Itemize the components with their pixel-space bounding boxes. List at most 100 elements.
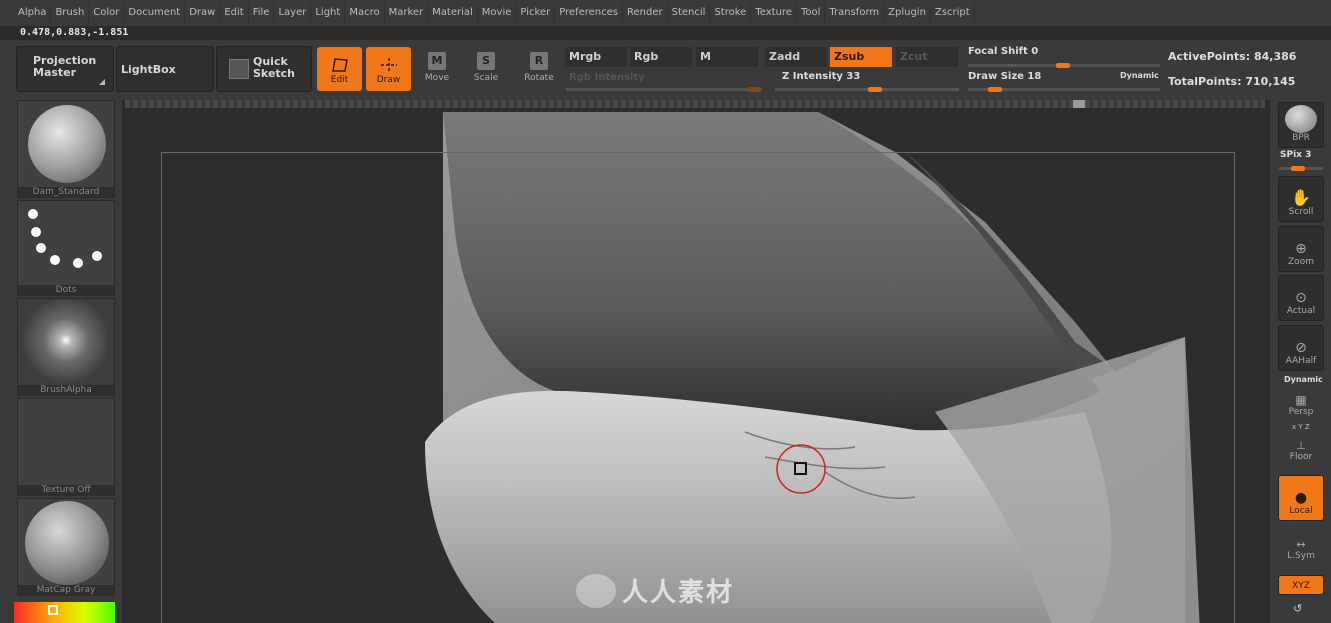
menu-item-stroke[interactable]: Stroke: [710, 3, 752, 23]
actual-label: Actual: [1286, 306, 1316, 316]
texture-name: Texture Off: [18, 485, 114, 496]
menu-item-material[interactable]: Material: [428, 3, 478, 23]
dynamic-toggle[interactable]: Dynamic: [1120, 71, 1159, 80]
bpr-icon: [1285, 105, 1317, 133]
material-thumbnail[interactable]: MatCap Gray: [17, 498, 115, 596]
aahalf-label: AAHalf: [1285, 356, 1317, 366]
stroke-name: Dots: [18, 285, 114, 296]
menu-item-movie[interactable]: Movie: [478, 3, 517, 23]
texture-thumbnail[interactable]: Texture Off: [17, 398, 115, 496]
local-button[interactable]: ● Local: [1278, 475, 1324, 521]
mrgb-toggle[interactable]: Mrgb: [565, 47, 627, 67]
menu-item-color[interactable]: Color: [89, 3, 125, 23]
sketch-icon: [229, 59, 249, 79]
focal-shift-value: 0: [1031, 46, 1039, 57]
rotate-label: Rotate: [524, 73, 554, 83]
spix-knob[interactable]: [1291, 166, 1305, 171]
z-intensity-slider[interactable]: [775, 88, 959, 91]
alpha-name: BrushAlpha: [18, 385, 114, 396]
brush-name: Dam_Standard: [18, 187, 114, 198]
zcut-toggle[interactable]: Zcut: [896, 47, 958, 67]
edit-label: Edit: [330, 75, 349, 85]
scale-button[interactable]: S Scale: [466, 52, 506, 90]
z-intensity-label-text: Z Intensity: [782, 71, 843, 82]
menu-item-tool[interactable]: Tool: [797, 3, 826, 23]
menu-item-macro[interactable]: Macro: [345, 3, 385, 23]
alpha-thumbnail[interactable]: BrushAlpha: [17, 298, 115, 396]
brush-preview-icon: [28, 105, 106, 183]
menu-item-file[interactable]: File: [249, 3, 275, 23]
corner-triangle-icon: [99, 79, 105, 85]
axis-label: x Y Z: [1292, 423, 1310, 431]
local-label: Local: [1289, 506, 1313, 516]
edit-button[interactable]: Edit: [317, 47, 362, 91]
active-points-value: 84,386: [1253, 50, 1297, 63]
draw-button[interactable]: Draw: [366, 47, 411, 91]
total-points-value: 710,145: [1245, 75, 1296, 88]
focal-shift-label: Focal Shift 0: [968, 46, 1038, 57]
brush-thumbnail[interactable]: Dam_Standard: [17, 100, 115, 198]
persp-button[interactable]: ▦ Persp: [1278, 381, 1324, 421]
rotate-button[interactable]: R Rotate: [519, 52, 559, 90]
menu-bar: Alpha Brush Color Document Draw Edit File Layer…: [0, 0, 1331, 26]
menu-item-picker[interactable]: Picker: [516, 3, 556, 23]
zsub-toggle[interactable]: Zsub: [830, 47, 892, 67]
draw-size-knob[interactable]: [988, 87, 1002, 92]
menu-item-stencil[interactable]: Stencil: [668, 3, 711, 23]
color-picker[interactable]: [14, 602, 115, 623]
menu-item-alpha[interactable]: Alpha: [14, 3, 52, 23]
zadd-toggle[interactable]: Zadd: [765, 47, 827, 67]
menu-item-draw[interactable]: Draw: [185, 3, 221, 23]
menu-item-zscript[interactable]: Zscript: [931, 3, 975, 23]
rgb-intensity-label: Rgb Intensity: [569, 72, 645, 83]
menu-item-zplugin[interactable]: Zplugin: [884, 3, 931, 23]
scroll-button[interactable]: ✋ Scroll: [1278, 176, 1324, 222]
menu-item-preferences[interactable]: Preferences: [555, 3, 624, 23]
floor-button[interactable]: ⊥ Floor: [1278, 432, 1324, 466]
rgb-toggle[interactable]: Rgb: [630, 47, 692, 67]
menu-item-light[interactable]: Light: [311, 3, 346, 23]
dots-stroke-icon: [28, 209, 102, 268]
draw-label: Draw: [376, 75, 401, 85]
magnifier-icon: ⊙: [1295, 290, 1307, 306]
draw-size-value: 18: [1027, 71, 1042, 82]
zoom-button[interactable]: ⊕ Zoom: [1278, 226, 1324, 272]
xyz-button[interactable]: XYZ: [1278, 575, 1324, 595]
rgb-intensity-knob[interactable]: [747, 87, 761, 92]
coordinate-readout: 0.478,0.883,-1.851: [20, 27, 129, 38]
rotate-axis-icon[interactable]: ↺: [1293, 602, 1302, 615]
lsym-button[interactable]: ↔ L.Sym: [1278, 531, 1324, 565]
menu-item-marker[interactable]: Marker: [385, 3, 429, 23]
move-icon: M: [428, 52, 446, 70]
menu-item-brush[interactable]: Brush: [51, 3, 90, 23]
bpr-button[interactable]: BPR: [1278, 102, 1324, 148]
focal-shift-knob[interactable]: [1056, 63, 1070, 68]
projection-master-button[interactable]: Projection Master: [16, 46, 114, 92]
move-button[interactable]: M Move: [417, 52, 457, 90]
z-intensity-knob[interactable]: [868, 87, 882, 92]
matcap-sphere-icon: [25, 501, 109, 585]
menu-item-render[interactable]: Render: [623, 3, 668, 23]
quick-sketch-button[interactable]: Quick Sketch: [216, 46, 312, 92]
aahalf-button[interactable]: ⊘ AAHalf: [1278, 325, 1324, 371]
canvas-scroll-strip[interactable]: [125, 100, 1265, 108]
lightbox-button[interactable]: LightBox: [116, 46, 214, 92]
menu-item-layer[interactable]: Layer: [274, 3, 312, 23]
magnifier-plus-icon: ⊕: [1295, 241, 1307, 257]
persp-label: Persp: [1288, 407, 1314, 417]
m-toggle[interactable]: M: [696, 47, 758, 67]
stroke-thumbnail[interactable]: Dots: [17, 200, 115, 296]
menu-item-transform[interactable]: Transform: [825, 3, 885, 23]
menu-item-document[interactable]: Document: [124, 3, 186, 23]
menu-item-edit[interactable]: Edit: [220, 3, 249, 23]
color-picker-cursor[interactable]: [48, 605, 58, 615]
canvas-scroll-thumb[interactable]: [1073, 100, 1085, 108]
watermark-logo-icon: [576, 573, 616, 608]
total-points-label: TotalPoints:: [1168, 75, 1242, 88]
z-intensity-label: Z Intensity 33: [782, 71, 860, 82]
spix-value: 3: [1305, 150, 1312, 160]
rgb-intensity-slider[interactable]: [566, 88, 762, 91]
menu-item-texture[interactable]: Texture: [751, 3, 797, 23]
actual-button[interactable]: ⊙ Actual: [1278, 275, 1324, 321]
lightbox-label: LightBox: [121, 63, 176, 76]
